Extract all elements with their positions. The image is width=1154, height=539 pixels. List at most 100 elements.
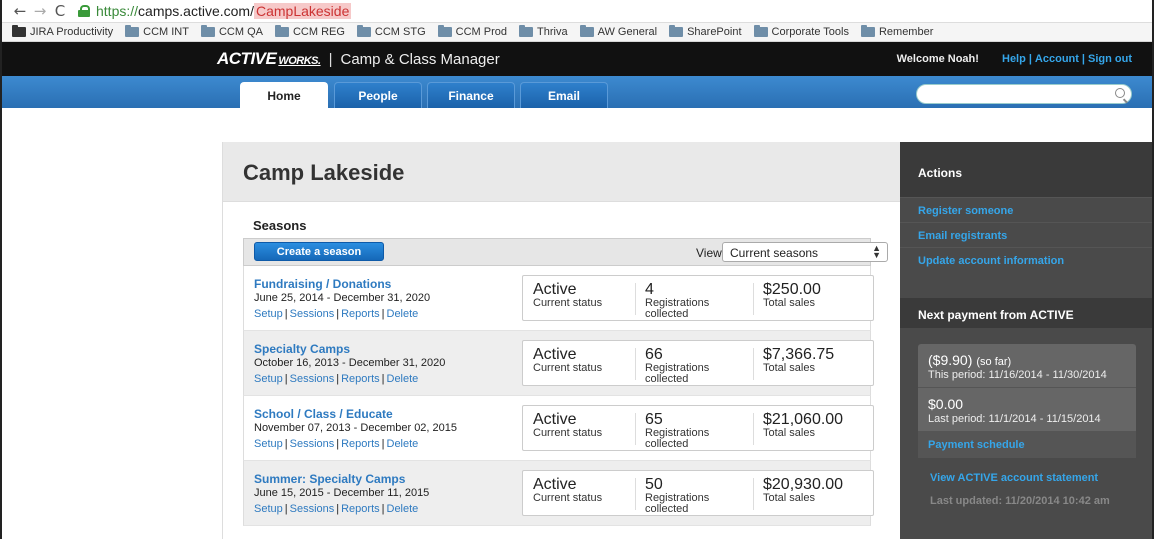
app-header: ACTIVE WORKS. | Camp & Class Manager Welc… xyxy=(2,42,1152,76)
reload-icon[interactable]: C xyxy=(50,2,70,20)
season-stats: Active Current status 66 Registrations col… xyxy=(522,340,874,386)
email-registrants-link[interactable]: Email registrants xyxy=(900,223,1152,248)
setup-link[interactable]: Setup xyxy=(254,373,283,385)
payment-schedule-link[interactable]: Payment schedule xyxy=(918,432,1136,458)
create-season-button[interactable]: Create a season xyxy=(254,242,384,261)
reports-link[interactable]: Reports xyxy=(341,373,380,385)
delete-link[interactable]: Delete xyxy=(387,503,419,515)
view-select[interactable]: Current seasons ▲ ▼ xyxy=(722,242,888,262)
setup-link[interactable]: Setup xyxy=(254,438,283,450)
registrations-value: 50 xyxy=(645,476,663,493)
season-stats: Active Current status 65 Registrations col… xyxy=(522,405,874,451)
reports-link[interactable]: Reports xyxy=(341,308,380,320)
status-stat: Active Current status xyxy=(533,412,602,439)
pipe-separator: | xyxy=(381,373,385,385)
url-field[interactable]: https://camps.active.com/CampLakeside xyxy=(96,3,352,19)
bookmark-ccm-reg[interactable]: CCM REG xyxy=(274,25,345,38)
bookmark-aw-general[interactable]: AW General xyxy=(579,25,657,38)
bookmark-label: Corporate Tools xyxy=(771,26,849,38)
sessions-link[interactable]: Sessions xyxy=(290,438,335,450)
delete-link[interactable]: Delete xyxy=(387,373,419,385)
reports-link[interactable]: Reports xyxy=(341,503,380,515)
season-stats: Active Current status 4 Registrations coll… xyxy=(522,275,874,321)
season-name-link[interactable]: Summer: Specialty Camps xyxy=(254,472,405,486)
season-row: Specialty Camps October 16, 2013 - Decem… xyxy=(243,331,874,396)
status-label: Current status xyxy=(533,492,603,504)
search-input[interactable] xyxy=(916,84,1132,104)
tab-home[interactable]: Home xyxy=(240,82,328,108)
seasons-heading: Seasons xyxy=(253,218,307,233)
bookmark-ccm-stg[interactable]: CCM STG xyxy=(356,25,426,38)
setup-link[interactable]: Setup xyxy=(254,503,283,515)
bookmark-label: CCM QA xyxy=(218,26,263,38)
bookmark-ccm-int[interactable]: CCM INT xyxy=(125,25,189,38)
register-someone-link[interactable]: Register someone xyxy=(900,198,1152,223)
pipe-separator: | xyxy=(381,503,385,515)
registrations-label: Registrations collected xyxy=(645,297,710,320)
view-statement-link[interactable]: View ACTIVE account statement xyxy=(930,472,1152,484)
sales-value: $20,930.00 xyxy=(763,476,844,493)
status-value: Active xyxy=(533,281,577,298)
main-nav: Home People Finance Email xyxy=(2,76,1152,108)
bookmark-label: CCM Prod xyxy=(455,26,507,38)
bookmark-thriva[interactable]: Thriva xyxy=(519,25,568,38)
bookmark-label: Thriva xyxy=(537,26,568,38)
status-stat: Active Current status xyxy=(533,282,602,309)
account-link[interactable]: Account xyxy=(1035,53,1079,65)
delete-link[interactable]: Delete xyxy=(387,438,419,450)
bookmark-remember[interactable]: Remember xyxy=(860,25,933,38)
search-icon[interactable] xyxy=(1115,88,1125,98)
divider xyxy=(635,348,636,380)
folder-icon xyxy=(519,25,533,37)
bookmark-corporate-tools[interactable]: Corporate Tools xyxy=(753,25,849,38)
folder-icon xyxy=(669,25,684,37)
bookmark-jira-productivity[interactable]: JIRA Productivity xyxy=(12,25,113,38)
sessions-link[interactable]: Sessions xyxy=(290,373,335,385)
pipe-separator: | xyxy=(381,438,385,450)
pipe-separator: | xyxy=(336,373,340,385)
season-links: Setup | Sessions | Reports | Delete xyxy=(254,373,418,385)
actions-sidebar: Actions Register someone Email registran… xyxy=(900,142,1152,539)
season-name-link[interactable]: Fundraising / Donations xyxy=(254,277,391,291)
help-link[interactable]: Help xyxy=(1002,53,1026,65)
seasons-list: Fundraising / Donations June 25, 2014 - … xyxy=(243,266,874,526)
season-row: Summer: Specialty Camps June 15, 2015 - … xyxy=(243,461,874,526)
status-value: Active xyxy=(533,346,577,363)
season-name-link[interactable]: School / Class / Educate xyxy=(254,407,393,421)
last-payment: $0.00 Last period: 11/1/2014 - 11/15/201… xyxy=(918,388,1136,432)
season-dates: November 07, 2013 - December 02, 2015 xyxy=(254,422,458,434)
setup-link[interactable]: Setup xyxy=(254,308,283,320)
bookmark-ccm-qa[interactable]: CCM QA xyxy=(200,25,263,38)
folder-icon xyxy=(12,25,26,37)
active-works-logo[interactable]: ACTIVE WORKS. xyxy=(217,49,321,69)
tab-email[interactable]: Email xyxy=(520,82,608,108)
next-payment-heading: Next payment from ACTIVE xyxy=(900,298,1152,328)
pipe-separator: | xyxy=(336,503,340,515)
sales-stat: $7,366.75 Total sales xyxy=(763,347,834,374)
tab-people[interactable]: People xyxy=(334,82,422,108)
bookmark-label: SharePoint xyxy=(687,26,742,38)
sessions-link[interactable]: Sessions xyxy=(290,308,335,320)
pipe-separator: | xyxy=(284,503,288,515)
main-content: Camp Lakeside Seasons Create a season Vi… xyxy=(222,142,900,539)
welcome-text: Welcome Noah! xyxy=(896,53,979,65)
tab-finance[interactable]: Finance xyxy=(427,82,515,108)
sign-out-link[interactable]: Sign out xyxy=(1088,53,1132,65)
reports-link[interactable]: Reports xyxy=(341,438,380,450)
status-stat: Active Current status xyxy=(533,477,602,504)
update-account-link[interactable]: Update account information xyxy=(900,248,1152,273)
app-name: Camp & Class Manager xyxy=(340,50,500,68)
sales-label: Total sales xyxy=(763,427,815,439)
forward-arrow-icon[interactable]: → xyxy=(30,2,50,20)
sales-stat: $21,060.00 Total sales xyxy=(763,412,843,439)
divider xyxy=(635,478,636,510)
seasons-toolbar: Create a season View Current seasons ▲ ▼ xyxy=(243,238,888,266)
sales-value: $21,060.00 xyxy=(763,411,844,428)
season-name-link[interactable]: Specialty Camps xyxy=(254,342,350,356)
registrations-stat: 50 Registrations collected xyxy=(645,477,735,515)
back-arrow-icon[interactable]: ← xyxy=(10,2,30,20)
bookmark-sharepoint[interactable]: SharePoint xyxy=(669,25,742,38)
sessions-link[interactable]: Sessions xyxy=(290,503,335,515)
delete-link[interactable]: Delete xyxy=(387,308,419,320)
bookmark-ccm-prod[interactable]: CCM Prod xyxy=(437,25,507,38)
